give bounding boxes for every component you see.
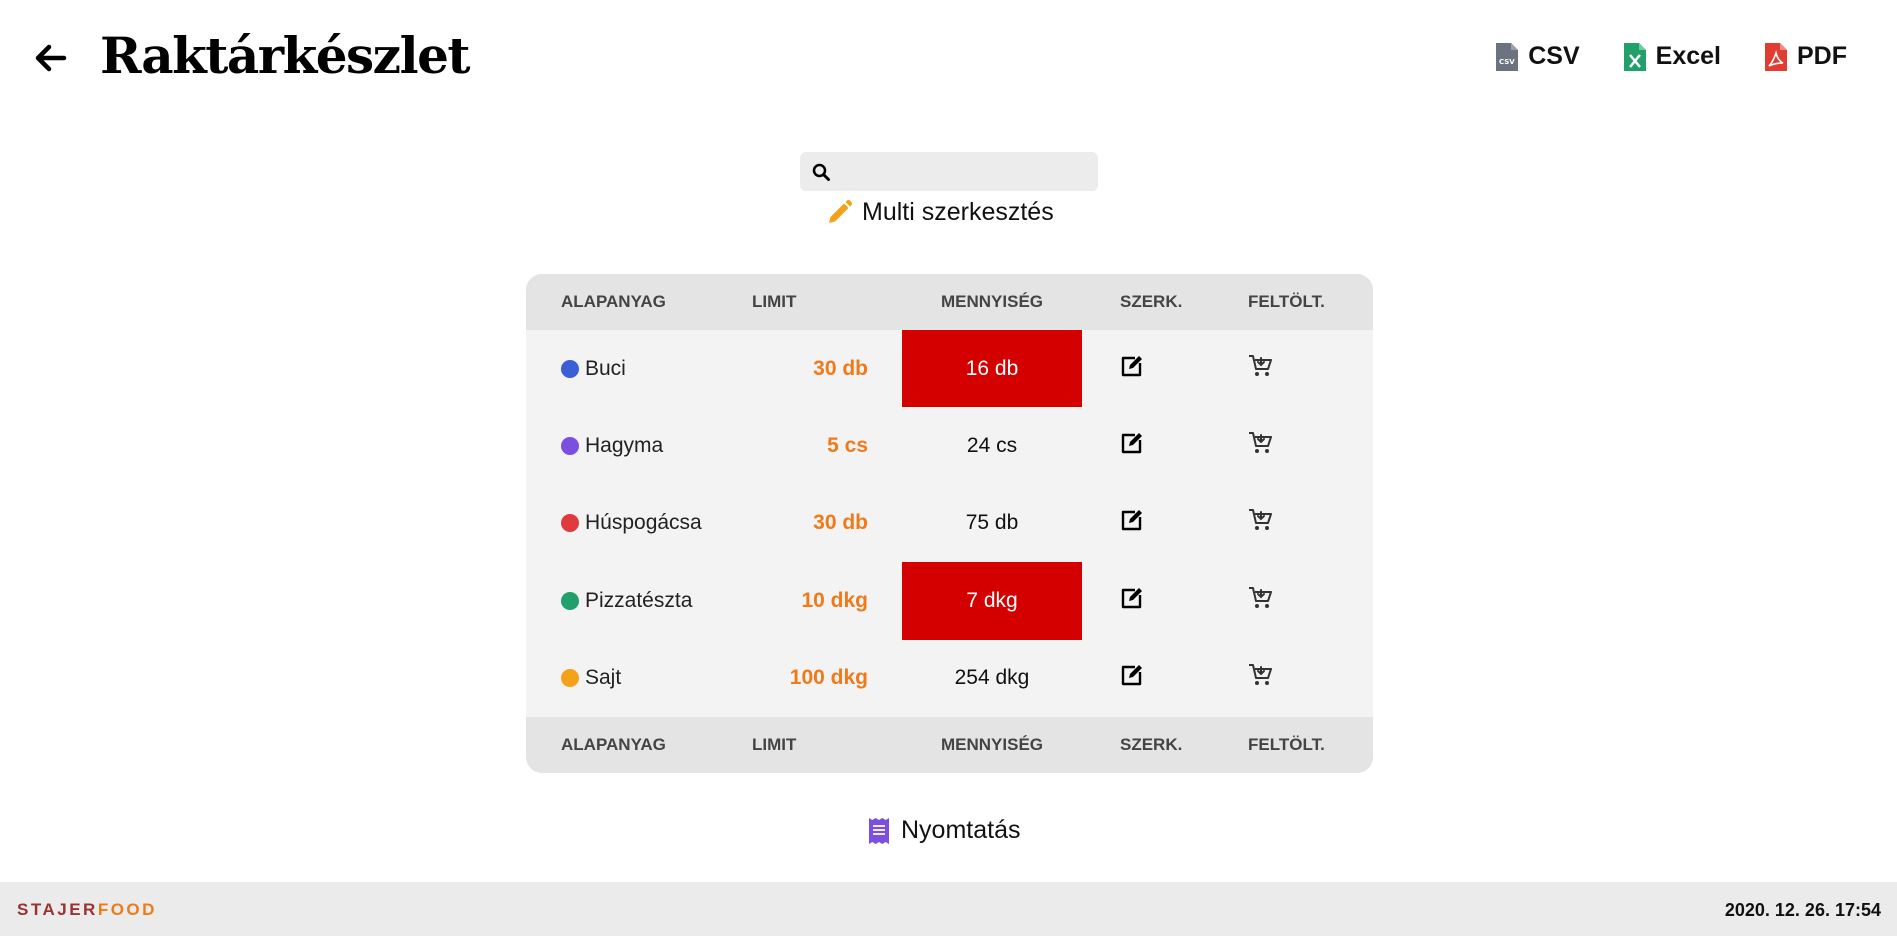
quantity-cell: 254 dkg — [954, 666, 1030, 690]
export-excel-label: Excel — [1655, 42, 1721, 70]
print-label: Nyomtatás — [901, 816, 1021, 844]
restock-cell — [1218, 562, 1373, 639]
table-header-row: ALAPANYAG LIMIT MENNYISÉG SZERK. FELTÖLT… — [526, 274, 1373, 330]
footer-header-ingredient: ALAPANYAG — [561, 734, 666, 754]
column-header-limit[interactable]: LIMIT — [752, 274, 902, 330]
export-csv-label: CSV — [1528, 42, 1580, 70]
pencil-icon — [829, 199, 852, 223]
table-row: Pizzatészta 10 dkg 7 dkg — [526, 562, 1373, 640]
inventory-table: ALAPANYAG LIMIT MENNYISÉG SZERK. FELTÖLT… — [526, 274, 1373, 773]
edit-cell — [1082, 330, 1218, 407]
cart-load-icon[interactable] — [1248, 663, 1274, 693]
edit-icon[interactable] — [1120, 354, 1144, 384]
brand-logo: STAJERFOOD — [17, 900, 157, 920]
ingredient-cell: Buci — [526, 330, 752, 407]
restock-cell — [1218, 407, 1373, 484]
limit-cell: 30 db — [813, 511, 868, 535]
edit-cell — [1082, 485, 1218, 562]
footer-header-edit: SZERK. — [1120, 734, 1183, 754]
brand-part-stajer: STAJER — [17, 900, 98, 919]
category-dot — [561, 359, 579, 378]
table-row: Sajt 100 dkg 254 dkg — [526, 640, 1373, 717]
table-row: Hagyma 5 cs 24 cs — [526, 407, 1373, 484]
limit-cell: 100 dkg — [789, 666, 868, 690]
quantity-cell: 16 db — [902, 330, 1082, 408]
footer-header-limit: LIMIT — [752, 734, 797, 754]
restock-cell — [1218, 330, 1373, 407]
ingredient-cell: Sajt — [526, 640, 752, 717]
restock-cell — [1218, 485, 1373, 562]
csv-file-icon: CSV — [1496, 42, 1519, 71]
brand-part-food: FOOD — [97, 900, 157, 919]
edit-icon[interactable] — [1120, 508, 1144, 538]
limit-cell: 5 cs — [827, 434, 868, 458]
multi-edit-button[interactable]: Multi szerkesztés — [826, 198, 1054, 227]
edit-icon[interactable] — [1120, 663, 1144, 693]
category-dot — [561, 514, 579, 533]
restock-cell — [1218, 640, 1373, 717]
back-arrow-icon[interactable] — [30, 38, 70, 78]
search-icon — [812, 163, 830, 181]
ingredient-name: Buci — [585, 356, 626, 380]
excel-file-icon — [1623, 42, 1646, 71]
export-pdf-label: PDF — [1797, 42, 1847, 70]
quantity-cell: 7 dkg — [902, 562, 1082, 640]
search-box — [800, 152, 1098, 191]
category-dot — [561, 437, 579, 456]
edit-icon[interactable] — [1120, 586, 1144, 616]
limit-cell: 30 db — [813, 356, 868, 380]
edit-icon[interactable] — [1120, 431, 1144, 461]
ingredient-name: Sajt — [585, 666, 622, 690]
ingredient-cell: Pizzatészta — [526, 562, 752, 639]
edit-cell — [1082, 640, 1218, 717]
svg-text:CSV: CSV — [1499, 58, 1515, 66]
column-header-restock: FELTÖLT. — [1248, 292, 1325, 311]
footer-header-restock: FELTÖLT. — [1248, 734, 1325, 754]
ingredient-name: Húspogácsa — [585, 511, 702, 535]
export-pdf-button[interactable]: PDF — [1765, 42, 1847, 71]
column-header-edit: SZERK. — [1120, 292, 1183, 311]
column-header-ingredient[interactable]: ALAPANYAG — [526, 274, 752, 330]
cart-load-icon[interactable] — [1248, 431, 1274, 461]
column-header-quantity[interactable]: MENNYISÉG — [902, 274, 1082, 330]
edit-cell — [1082, 407, 1218, 484]
search-input[interactable] — [838, 161, 1088, 182]
table-footer-row: ALAPANYAG LIMIT MENNYISÉG SZERK. FELTÖLT… — [526, 716, 1373, 773]
ingredient-name: Pizzatészta — [585, 588, 693, 612]
category-dot — [561, 669, 579, 688]
ingredient-cell: Hagyma — [526, 407, 752, 484]
edit-cell — [1082, 562, 1218, 639]
datetime-display: 2020. 12. 26. 17:54 — [1724, 900, 1881, 920]
cart-load-icon[interactable] — [1248, 586, 1274, 616]
table-row: Húspogácsa 30 db 75 db — [526, 485, 1373, 562]
quantity-cell: 24 cs — [966, 434, 1018, 458]
ingredient-cell: Húspogácsa — [526, 485, 752, 562]
footer: STAJERFOOD 2020. 12. 26. 17:54 — [0, 882, 1897, 936]
footer-header-quantity: MENNYISÉG — [940, 734, 1044, 754]
multi-edit-label: Multi szerkesztés — [862, 198, 1054, 226]
export-toolbar: CSV CSV Excel PDF — [1496, 42, 1847, 71]
pdf-file-icon — [1765, 42, 1787, 71]
export-excel-button[interactable]: Excel — [1623, 42, 1721, 71]
cart-load-icon[interactable] — [1248, 508, 1274, 538]
receipt-icon — [869, 817, 889, 844]
category-dot — [561, 591, 579, 610]
limit-cell: 10 dkg — [801, 588, 868, 612]
table-row: Buci 30 db 16 db — [526, 330, 1373, 408]
quantity-cell: 75 db — [965, 511, 1019, 535]
print-button[interactable]: Nyomtatás — [869, 816, 1020, 845]
column-header-limit-label: LIMIT — [752, 292, 797, 311]
cart-load-icon[interactable] — [1248, 354, 1274, 384]
ingredient-name: Hagyma — [585, 434, 664, 458]
header: Raktárkészlet CSV CSV Excel PDF — [0, 0, 1897, 120]
export-csv-button[interactable]: CSV CSV — [1496, 42, 1580, 71]
page-title: Raktárkészlet — [100, 26, 470, 85]
